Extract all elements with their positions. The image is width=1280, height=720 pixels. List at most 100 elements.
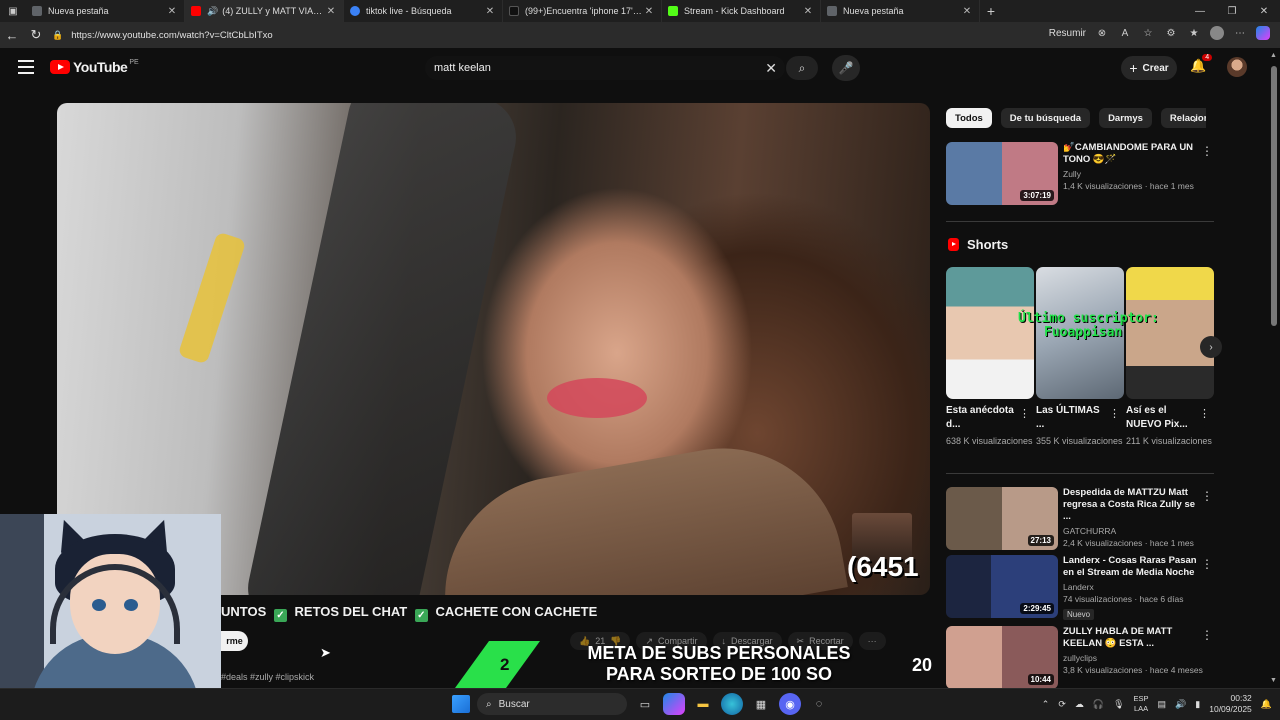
browser-tab[interactable]: Stream - Kick Dashboard ✕ [662,0,821,22]
search-button[interactable]: ⌕ [786,56,818,80]
channel-name[interactable]: Landerx [1063,582,1203,592]
menu-dots-icon[interactable]: ⋯ [1233,26,1247,40]
video-title[interactable]: Despedida de MATTZU Matt regresa a Costa… [1063,487,1203,523]
discord-icon[interactable]: ◉ [779,693,801,715]
close-tab-icon[interactable]: ✕ [961,6,973,17]
reload-icon[interactable]: ↻ [24,27,48,43]
short-title[interactable]: Esta anécdota d... [946,404,1016,432]
video-thumbnail[interactable]: 3:07:19 [946,142,1058,205]
scroll-down-icon[interactable]: ▼ [1270,677,1277,684]
extensions-icon[interactable]: ⚙ [1164,26,1178,40]
more-vert-icon[interactable]: ⋮ [1201,144,1213,158]
maximize-icon[interactable]: ❐ [1216,0,1248,22]
short-title[interactable]: Las ÚLTIMAS ... [1036,404,1106,432]
channel-name[interactable]: zullyclips [1063,653,1203,663]
browser-tab[interactable]: (99+)Encuentra 'iphone 17' en TikTok ✕ [503,0,662,22]
taskbar-search-input[interactable]: ⌕ Buscar [477,693,627,715]
close-tab-icon[interactable]: ✕ [325,6,337,17]
search-input[interactable]: matt keelan ✕ [425,56,785,80]
more-vert-icon[interactable]: ⋮ [1199,407,1210,420]
copilot-icon[interactable] [1256,26,1270,40]
headset-icon[interactable]: 🎧 [1093,699,1104,710]
reader-icon[interactable]: A [1118,26,1132,40]
clear-search-icon[interactable]: ✕ [765,60,777,77]
more-vert-icon[interactable]: ⋮ [1201,489,1213,503]
browser-tab[interactable]: tiktok live - Búsqueda ✕ [344,0,503,22]
short-item[interactable]: Esta anécdota d... 638 K visualizaciones… [946,267,1034,447]
more-vert-icon[interactable]: ⋮ [1201,557,1213,571]
account-avatar[interactable] [1227,57,1247,77]
minimize-icon[interactable]: — [1184,0,1216,22]
translate-icon[interactable]: ⊗ [1095,26,1109,40]
video-thumbnail[interactable]: 2:29:45 [946,555,1058,618]
favorite-star-icon[interactable]: ☆ [1141,26,1155,40]
more-vert-icon[interactable]: ⋮ [1019,407,1030,420]
list-item[interactable]: 2:29:45 Landerx - Cosas Raras Pasan en e… [946,555,1216,620]
close-tab-icon[interactable]: ✕ [802,6,814,17]
short-title[interactable]: Así es el NUEVO Pix... [1126,404,1196,432]
channel-name[interactable]: Zully [1063,169,1203,179]
close-tab-icon[interactable]: ✕ [166,6,178,17]
chip-todos[interactable]: Todos [946,108,992,128]
menu-hamburger-icon[interactable] [18,60,34,74]
chip-darmys[interactable]: Darmys [1099,108,1152,128]
video-thumbnail[interactable]: 10:44 [946,626,1058,689]
chevron-right-icon[interactable]: › [1193,112,1197,126]
summarize-button[interactable]: Resumir [1049,28,1086,39]
address-input[interactable]: 🔒 https://www.youtube.com/watch?v=CltCbL… [52,25,1042,45]
onedrive-icon[interactable]: ☁ [1075,699,1084,710]
video-hashtags[interactable]: #deals #zully #clipskick [221,672,314,682]
voice-search-button[interactable]: 🎤 [832,55,860,81]
notifications-bell-icon[interactable]: 🔔 4 [1190,54,1213,74]
lock-icon[interactable]: 🔒 [52,30,63,41]
subscribe-button[interactable]: rme [221,631,248,651]
back-icon[interactable]: ← [0,28,24,43]
short-item[interactable]: Así es el NUEVO Pix... 211 K visualizaci… [1126,267,1214,447]
profile-icon[interactable] [1210,26,1224,40]
youtube-logo[interactable]: YouTube PE [50,59,139,75]
close-tab-icon[interactable]: ✕ [643,6,655,17]
taskbar-clock[interactable]: 00:32 10/09/2025 [1209,693,1252,715]
short-item[interactable]: Las ÚLTIMAS ... 355 K visualizaciones ⋮ [1036,267,1124,447]
video-title[interactable]: ZULLY HABLA DE MATT KEELAN 😳 ESTA ... [1063,626,1203,650]
edge-browser-icon[interactable] [721,693,743,715]
copilot-app-icon[interactable] [663,693,685,715]
browser-tab-active[interactable]: 🔊 (4) ZULLY y MATT VIAJANDO ✕ [185,0,344,22]
close-tab-icon[interactable]: ✕ [484,6,496,17]
network-icon[interactable]: ▤ [1158,699,1167,710]
app-icon[interactable]: ◌ [808,693,830,715]
list-item[interactable]: 3:07:19 💅CAMBIANDOME PARA UN TONO 😎🪄 Zul… [946,142,1216,206]
keyboard-language[interactable]: ESP LAA [1134,694,1149,714]
video-title[interactable]: 💅CAMBIANDOME PARA UN TONO 😎🪄 [1063,142,1203,166]
chevron-up-icon[interactable]: ⌃ [1042,699,1050,710]
task-view-icon[interactable]: ▭ [634,693,656,715]
browser-tab[interactable]: Nueva pestaña ✕ [821,0,980,22]
chip-de-tu-busqueda[interactable]: De tu búsqueda [1000,108,1091,128]
windows-start-icon[interactable] [452,695,470,713]
chip-relacionado[interactable]: Relacionado [1160,108,1206,128]
tab-actions-icon[interactable]: ▣ [0,0,26,22]
shorts-next-button[interactable]: › [1200,336,1222,358]
new-tab-icon[interactable]: + [980,3,1002,19]
scrollbar-thumb[interactable] [1271,66,1277,326]
video-title[interactable]: Landerx - Cosas Raras Pasan en el Stream… [1063,555,1203,579]
volume-icon[interactable]: 🔊 [1175,699,1186,710]
channel-name[interactable]: GATCHURRA [1063,526,1203,536]
browser-tab[interactable]: Nueva pestaña ✕ [26,0,185,22]
more-vert-icon[interactable]: ⋮ [1109,407,1120,420]
speaker-icon[interactable]: 🔊 [207,6,218,17]
more-vert-icon[interactable]: ⋮ [1201,628,1213,642]
sync-icon[interactable]: ⟳ [1058,699,1066,710]
close-window-icon[interactable]: ✕ [1248,0,1280,22]
favorites-icon[interactable]: ★ [1187,26,1201,40]
file-explorer-icon[interactable]: ▬ [692,693,714,715]
microphone-icon[interactable]: 🎙 [1113,699,1124,710]
create-button[interactable]: + Crear [1121,56,1177,80]
battery-icon[interactable]: ▮ [1195,699,1200,710]
list-item[interactable]: 27:13 Despedida de MATTZU Matt regresa a… [946,487,1216,551]
store-icon[interactable]: ▦ [750,693,772,715]
list-item[interactable]: 10:44 ZULLY HABLA DE MATT KEELAN 😳 ESTA … [946,626,1216,690]
video-thumbnail[interactable]: 27:13 [946,487,1058,550]
notifications-icon[interactable]: 🔔 [1261,699,1272,710]
page-scrollbar[interactable]: ▲ ▼ [1268,48,1280,688]
